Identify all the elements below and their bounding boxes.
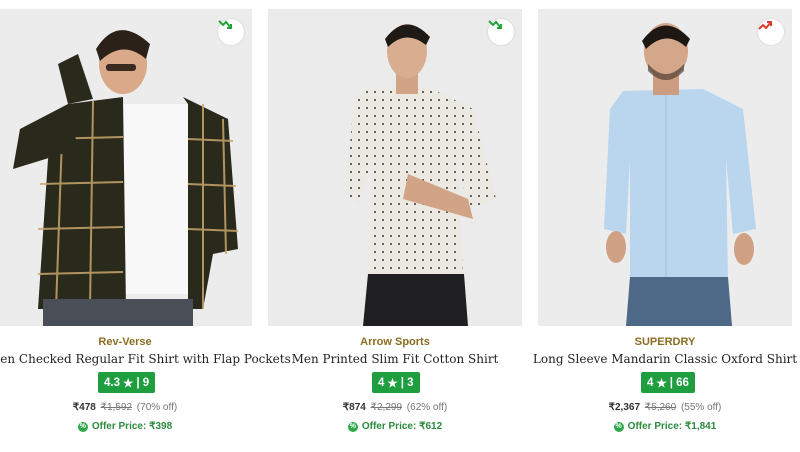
product-brand: SUPERDRY (634, 336, 696, 348)
price-row: ₹874 ₹2,299 (62% off) (268, 402, 522, 413)
product-image[interactable] (538, 9, 792, 326)
price-row: ₹478 ₹1,592 (70% off) (0, 402, 252, 413)
offer-price: Offer Price: ₹398 (91, 421, 173, 432)
price-trend-badge (488, 19, 514, 45)
price-trend-badge (758, 19, 784, 45)
rating-value: 4 (647, 376, 654, 389)
trending-down-icon (488, 20, 502, 29)
discount-percent: (55% off) (680, 402, 722, 413)
product-card[interactable]: Arrow Sports Men Printed Slim Fit Cotton… (268, 0, 522, 452)
review-count: | 3 (400, 376, 414, 389)
offer-tag-icon: % (77, 421, 88, 432)
star-icon: ★ (656, 377, 667, 390)
offer-price-row: % Offer Price: ₹398 (0, 421, 252, 432)
offer-price: Offer Price: ₹612 (361, 421, 443, 432)
price-trend-badge (218, 19, 244, 45)
selling-price: ₹874 (342, 402, 366, 413)
offer-tag-icon: % (613, 421, 624, 432)
rating-badge: 4.3 ★ | 9 (98, 372, 156, 393)
model-photo-checked-shirt (0, 9, 252, 326)
discount-percent: (62% off) (406, 402, 448, 413)
price-row: ₹2,367 ₹5,260 (55% off) (538, 402, 792, 413)
star-icon: ★ (123, 377, 134, 390)
trending-up-icon (758, 21, 772, 30)
trending-down-icon (218, 20, 232, 29)
product-brand: Rev-Verse (98, 336, 152, 348)
product-title[interactable]: Long Sleeve Mandarin Classic Oxford Shir… (528, 352, 800, 366)
rating-value: 4.3 (104, 376, 120, 389)
rating-badge: 4 ★ | 66 (641, 372, 695, 393)
product-title[interactable]: Men Printed Slim Fit Cotton Shirt (258, 352, 532, 366)
offer-tag-icon: % (347, 421, 358, 432)
model-photo-oxford-shirt (538, 9, 792, 326)
model-photo-printed-shirt (268, 9, 522, 326)
rating-badge: 4 ★ | 3 (372, 372, 420, 393)
mrp-price: ₹5,260 (644, 402, 677, 413)
selling-price: ₹2,367 (608, 402, 641, 413)
offer-price-row: % Offer Price: ₹612 (268, 421, 522, 432)
product-card[interactable]: SUPERDRY Long Sleeve Mandarin Classic Ox… (533, 0, 797, 452)
rating-value: 4 (378, 376, 385, 389)
product-card[interactable]: Rev-Verse Men Checked Regular Fit Shirt … (0, 0, 291, 452)
product-title[interactable]: Men Checked Regular Fit Shirt with Flap … (0, 352, 291, 366)
mrp-price: ₹2,299 (370, 402, 403, 413)
selling-price: ₹478 (72, 402, 96, 413)
mrp-price: ₹1,592 (100, 402, 133, 413)
review-count: | 9 (136, 376, 150, 389)
review-count: | 66 (669, 376, 689, 389)
product-image[interactable] (268, 9, 522, 326)
offer-price-row: % Offer Price: ₹1,841 (538, 421, 792, 432)
product-image[interactable] (0, 9, 252, 326)
star-icon: ★ (387, 377, 398, 390)
discount-percent: (70% off) (136, 402, 178, 413)
product-brand: Arrow Sports (360, 336, 430, 348)
offer-price: Offer Price: ₹1,841 (627, 421, 717, 432)
